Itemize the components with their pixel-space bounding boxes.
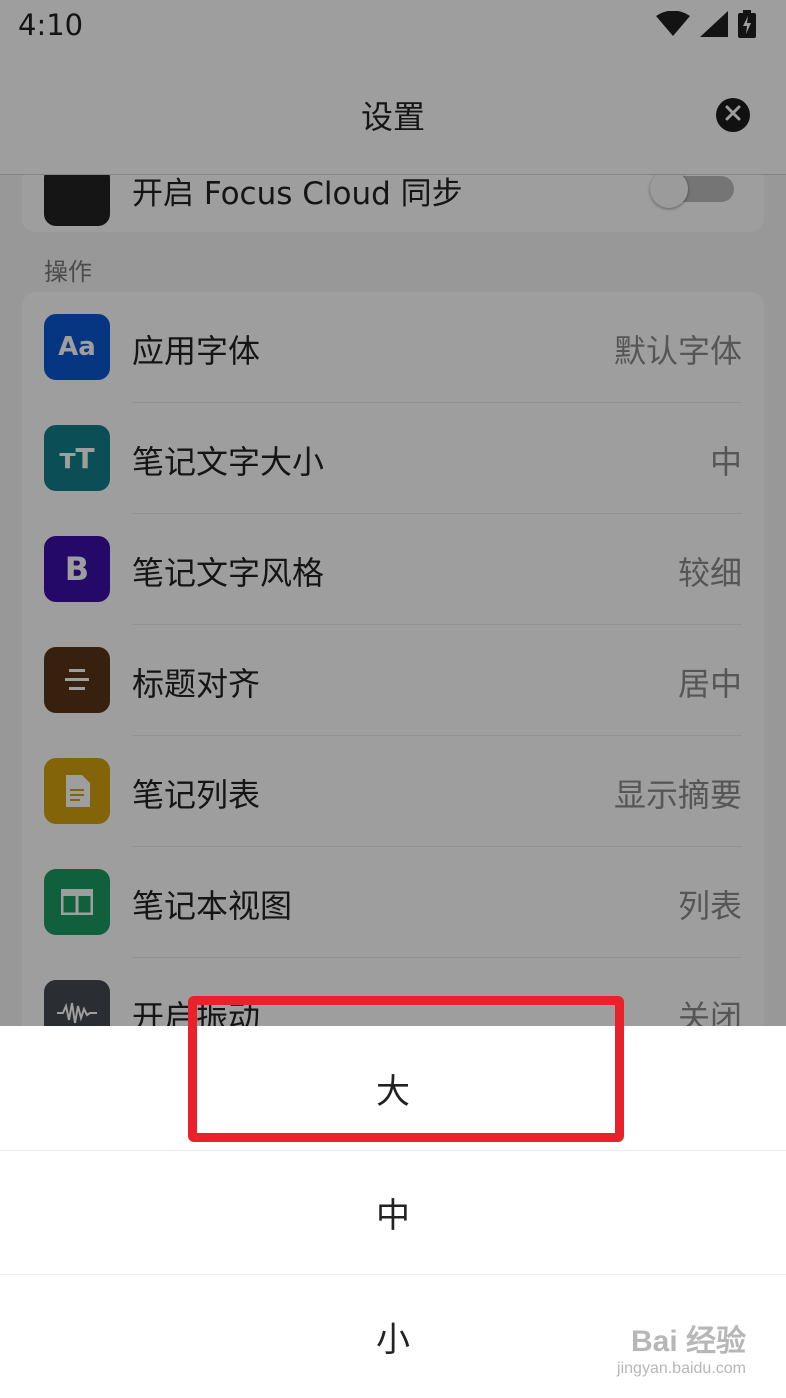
baidu-watermark: Bai 经验 jingyan.baidu.com bbox=[617, 1316, 746, 1378]
modal-overlay[interactable] bbox=[0, 0, 786, 1026]
watermark-logo: Bai 经验 bbox=[630, 1325, 746, 1358]
highlight-box bbox=[188, 996, 624, 1142]
watermark-url: jingyan.baidu.com bbox=[617, 1360, 746, 1377]
option-medium[interactable]: 中 bbox=[0, 1150, 786, 1274]
